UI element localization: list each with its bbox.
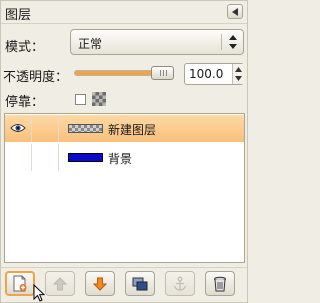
layer-thumbnail [68, 153, 103, 162]
lower-layer-button[interactable] [85, 271, 115, 296]
delete-layer-button[interactable] [205, 271, 235, 296]
raise-layer-button[interactable] [45, 271, 75, 296]
layer-name: 新建图层 [108, 123, 157, 137]
opacity-value: 100.0 [189, 67, 224, 81]
new-layer-button[interactable] [5, 271, 35, 296]
up-down-arrows-icon [229, 35, 237, 49]
duplicate-layer-button[interactable] [125, 271, 155, 296]
mode-select-separator [221, 34, 222, 50]
mode-label: 模式： [5, 40, 45, 55]
anchor-layer-icon [173, 276, 187, 291]
dialog-menu-button[interactable] [227, 4, 243, 19]
layer-thumbnail [68, 124, 103, 133]
layer-name: 背景 [108, 152, 133, 166]
layers-list[interactable]: 新建图层 背景 [4, 113, 245, 263]
delete-layer-icon [214, 276, 226, 291]
anchor-layer-button[interactable] [165, 271, 195, 296]
triangle-left-icon [232, 8, 238, 16]
spin-down-icon[interactable] [235, 76, 242, 81]
spin-up-icon[interactable] [235, 67, 242, 72]
mode-select[interactable]: 正常 [70, 29, 244, 55]
layer-visibility-toggle[interactable] [5, 144, 32, 171]
new-layer-icon [13, 275, 27, 291]
header-divider [1, 23, 247, 24]
eye-icon [10, 124, 26, 132]
lock-alpha-checkbox[interactable] [75, 94, 86, 105]
layer-link-toggle[interactable] [32, 144, 59, 171]
opacity-spinbox[interactable]: 100.0 [184, 63, 244, 85]
layer-row[interactable]: 背景 [5, 144, 244, 171]
layer-visibility-toggle[interactable] [5, 115, 32, 142]
opacity-slider-handle[interactable] [151, 66, 174, 80]
toolbar-divider [1, 267, 247, 268]
raise-layer-icon [53, 276, 67, 290]
layer-link-toggle[interactable] [32, 115, 59, 142]
duplicate-layer-icon [132, 277, 148, 290]
opacity-label: 不透明度： [3, 70, 69, 85]
dialog-title: 图层 [5, 8, 32, 23]
opacity-spin-arrows[interactable] [232, 64, 244, 84]
mouse-pointer-icon [33, 284, 45, 302]
lock-label: 停靠： [5, 95, 45, 110]
layer-row[interactable]: 新建图层 [5, 115, 244, 142]
alpha-checker-icon [92, 92, 106, 106]
mode-value: 正常 [78, 37, 103, 51]
lower-layer-icon [93, 277, 107, 291]
